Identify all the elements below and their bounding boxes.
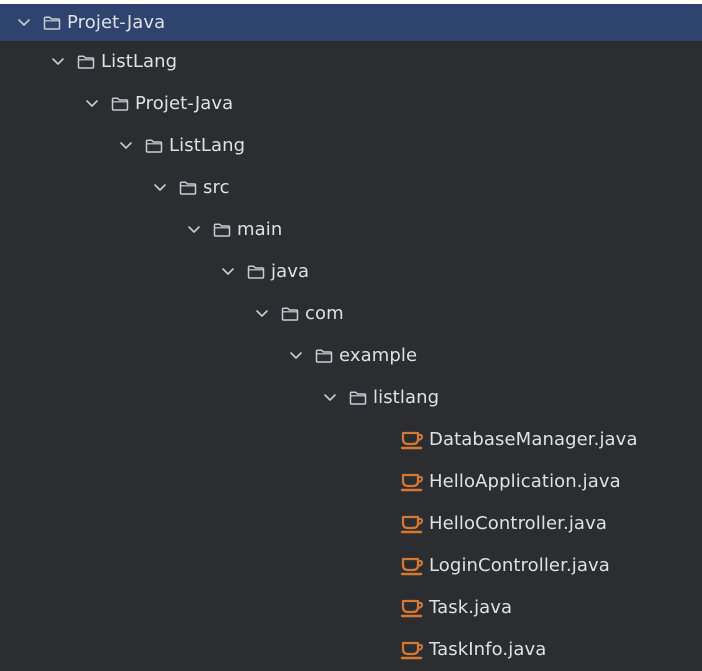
project-tree: Projet-Java ListLang Projet-Java ListLang sr…	[0, 4, 702, 671]
tree-folder-row[interactable]: ListLang	[0, 41, 702, 83]
folder-icon	[178, 180, 198, 196]
tree-folder-row[interactable]: ListLang	[0, 125, 702, 167]
chevron-down-icon[interactable]	[84, 96, 100, 112]
tree-item-label: Task.java	[429, 597, 513, 618]
chevron-down-icon[interactable]	[288, 348, 304, 364]
folder-icon	[76, 54, 96, 70]
tree-folder-row[interactable]: Projet-Java	[0, 4, 702, 41]
tree-item-label: DatabaseManager.java	[429, 429, 638, 450]
folder-icon	[348, 390, 368, 406]
tree-folder-row[interactable]: java	[0, 251, 702, 293]
tree-item-label: ListLang	[101, 51, 178, 72]
folder-icon	[110, 96, 130, 112]
tree-file-row[interactable]: HelloController.java	[0, 503, 702, 545]
chevron-down-icon[interactable]	[254, 306, 270, 322]
tree-file-row[interactable]: DatabaseManager.java	[0, 419, 702, 461]
java-class-icon	[399, 471, 425, 493]
tree-file-row[interactable]: TaskInfo.java	[0, 629, 702, 671]
folder-icon	[280, 306, 300, 322]
tree-file-row[interactable]: LoginController.java	[0, 545, 702, 587]
chevron-down-icon[interactable]	[118, 138, 134, 154]
java-class-icon	[399, 555, 425, 577]
tree-item-label: src	[203, 177, 230, 198]
tree-file-row[interactable]: HelloApplication.java	[0, 461, 702, 503]
tree-item-label: Projet-Java	[67, 11, 166, 33]
tree-folder-row[interactable]: com	[0, 293, 702, 335]
java-class-icon	[399, 639, 425, 661]
chevron-down-icon[interactable]	[152, 180, 168, 196]
chevron-down-icon[interactable]	[50, 54, 66, 70]
tree-folder-row[interactable]: main	[0, 209, 702, 251]
tree-item-label: Projet-Java	[135, 93, 234, 114]
java-class-icon	[399, 513, 425, 535]
chevron-down-icon[interactable]	[16, 15, 32, 31]
tree-item-label: ListLang	[169, 135, 246, 156]
java-class-icon	[399, 429, 425, 451]
tree-item-label: TaskInfo.java	[429, 639, 547, 660]
chevron-down-icon[interactable]	[322, 390, 338, 406]
tree-item-label: LoginController.java	[429, 555, 610, 576]
tree-folder-row[interactable]: listlang	[0, 377, 702, 419]
tree-folder-row[interactable]: Projet-Java	[0, 83, 702, 125]
tree-item-label: java	[271, 261, 310, 282]
tree-item-label: HelloController.java	[429, 513, 607, 534]
tree-item-label: HelloApplication.java	[429, 471, 621, 492]
tree-item-label: example	[339, 345, 418, 366]
java-class-icon	[399, 597, 425, 619]
tree-item-label: main	[237, 219, 283, 240]
tree-file-row[interactable]: Task.java	[0, 587, 702, 629]
tree-folder-row[interactable]: src	[0, 167, 702, 209]
chevron-down-icon[interactable]	[186, 222, 202, 238]
chevron-down-icon[interactable]	[220, 264, 236, 280]
tree-list: Projet-Java ListLang Projet-Java ListLang sr…	[0, 4, 702, 671]
tree-item-label: listlang	[373, 387, 440, 408]
folder-icon	[212, 222, 232, 238]
folder-icon	[42, 15, 62, 31]
folder-icon	[314, 348, 334, 364]
folder-icon	[246, 264, 266, 280]
tree-folder-row[interactable]: example	[0, 335, 702, 377]
folder-icon	[144, 138, 164, 154]
tree-item-label: com	[305, 303, 344, 324]
